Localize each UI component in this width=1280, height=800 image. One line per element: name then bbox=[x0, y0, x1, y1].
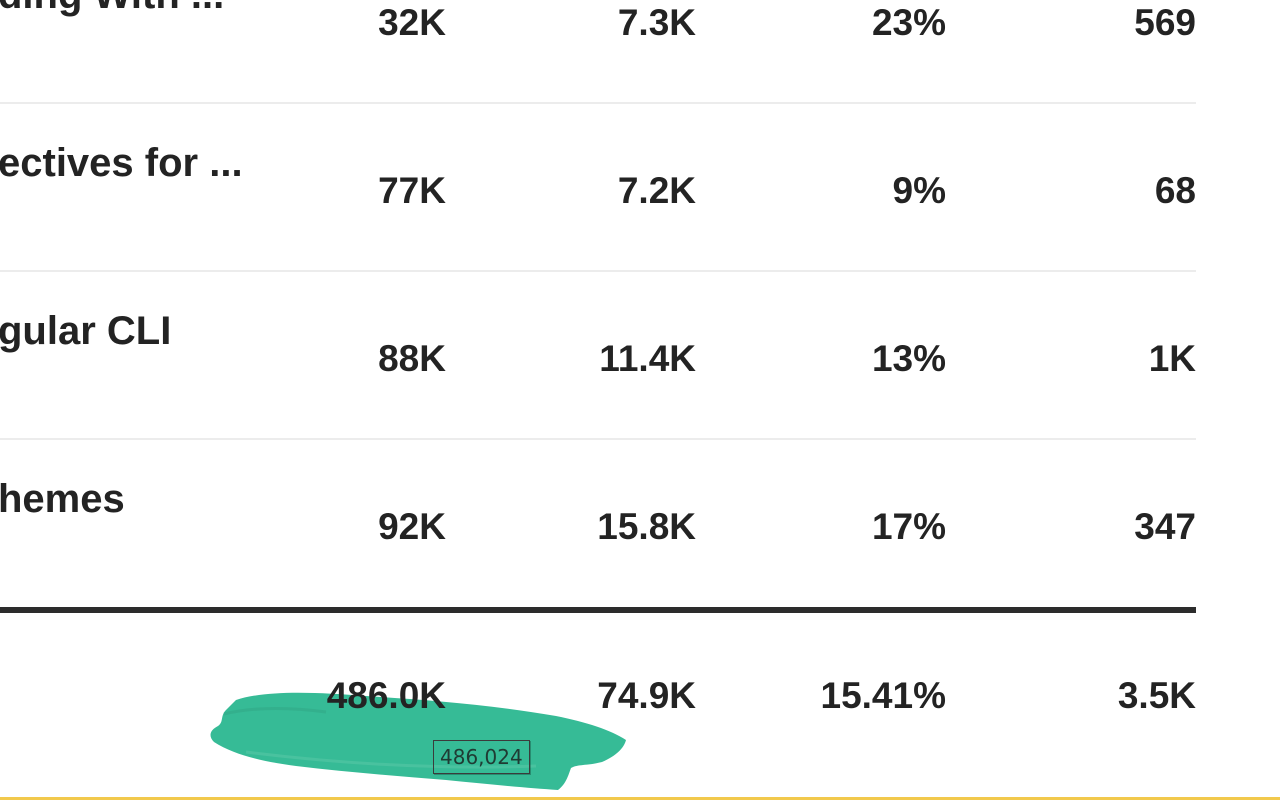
total-fans-value: 3.5K bbox=[1117, 675, 1196, 716]
totals-divider bbox=[0, 607, 1196, 613]
table-row[interactable]: ding With ... 32K 7.3K 23% 569 bbox=[0, 0, 1196, 104]
read-ratio-value: 17% bbox=[871, 506, 946, 547]
table-row[interactable]: ectives for ... 77K 7.2K 9% 68 bbox=[0, 104, 1196, 272]
views-value: 88K bbox=[378, 338, 446, 379]
reads-value: 7.2K bbox=[617, 170, 696, 211]
post-title[interactable]: ectives for ... bbox=[0, 138, 248, 188]
total-views-value[interactable]: 486.0K bbox=[246, 673, 446, 719]
value-tooltip: 486,024 bbox=[433, 740, 530, 774]
read-ratio-value: 9% bbox=[892, 170, 946, 211]
fans-value: 1K bbox=[1148, 338, 1196, 379]
table-row[interactable]: gular CLI 88K 11.4K 13% 1K bbox=[0, 272, 1196, 440]
table-row[interactable]: hemes 92K 15.8K 17% 347 bbox=[0, 440, 1196, 608]
read-ratio-value: 13% bbox=[871, 338, 946, 379]
read-ratio-value: 23% bbox=[871, 2, 946, 43]
post-title[interactable]: gular CLI bbox=[0, 306, 248, 356]
fans-value: 68 bbox=[1154, 170, 1196, 211]
post-title[interactable]: hemes bbox=[0, 474, 248, 524]
total-read-ratio-value: 15.41% bbox=[820, 675, 947, 716]
reads-value: 15.8K bbox=[597, 506, 696, 547]
fans-value: 347 bbox=[1134, 506, 1196, 547]
post-title[interactable]: ding With ... bbox=[0, 0, 248, 20]
reads-value: 11.4K bbox=[599, 338, 696, 379]
views-value: 32K bbox=[378, 2, 446, 43]
reads-value: 7.3K bbox=[617, 2, 696, 43]
stats-table-page: ding With ... 32K 7.3K 23% 569 ectives f… bbox=[0, 0, 1280, 800]
views-value: 92K bbox=[378, 506, 446, 547]
total-reads-value: 74.9K bbox=[597, 675, 696, 716]
views-value: 77K bbox=[378, 170, 446, 211]
fans-value: 569 bbox=[1134, 2, 1196, 43]
